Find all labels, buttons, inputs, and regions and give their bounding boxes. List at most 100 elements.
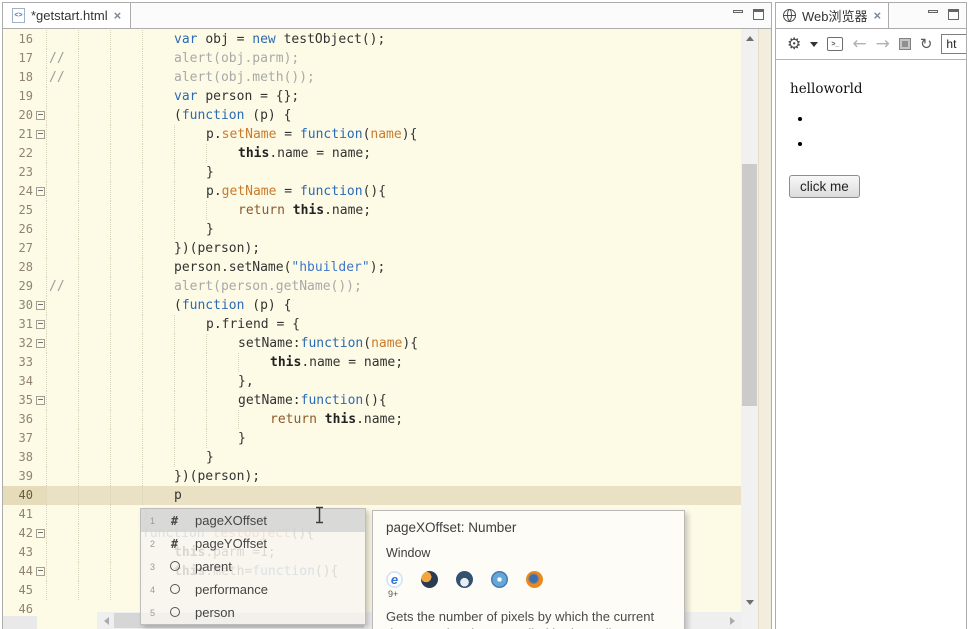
code-line-26[interactable]: 26} — [3, 220, 741, 239]
line-number: 25 — [18, 203, 33, 217]
fold-collapse-icon[interactable] — [36, 567, 45, 576]
code-cell[interactable]: //alert(person.getName()); — [46, 277, 741, 296]
code-cell[interactable]: } — [46, 448, 741, 467]
assist-item-pageYOffset[interactable]: 2 # pageYOffset — [141, 532, 365, 555]
assist-item-parent[interactable]: 3 parent — [141, 555, 365, 578]
fold-gutter — [34, 505, 46, 524]
fold-collapse-icon[interactable] — [36, 111, 45, 120]
code-cell[interactable]: p.setName = function(name){ — [46, 125, 741, 144]
code-cell[interactable]: })(person); — [46, 239, 741, 258]
code-cell[interactable]: person.setName("hbuilder"); — [46, 258, 741, 277]
indent-guide — [174, 391, 175, 410]
code-line-28[interactable]: 28 person.setName("hbuilder"); — [3, 258, 741, 277]
code-line-27[interactable]: 27})(person); — [3, 239, 741, 258]
code-line-40[interactable]: 40 p — [3, 486, 741, 505]
code-line-19[interactable]: 19 var person = {}; — [3, 87, 741, 106]
code-line-23[interactable]: 23} — [3, 163, 741, 182]
scroll-right-icon[interactable] — [724, 612, 740, 629]
code-cell[interactable]: getName:function(){ — [46, 391, 741, 410]
code-line-21[interactable]: 21 p.setName = function(name){ — [3, 125, 741, 144]
close-icon[interactable]: × — [874, 9, 882, 22]
scroll-down-icon[interactable] — [741, 595, 758, 610]
fold-collapse-icon[interactable] — [36, 187, 45, 196]
code-line-36[interactable]: 36 return this.name; — [3, 410, 741, 429]
scroll-left-icon[interactable] — [98, 612, 114, 629]
refresh-icon[interactable]: ↻ — [920, 35, 933, 53]
code-line-32[interactable]: 32 setName:function(name){ — [3, 334, 741, 353]
click-me-button[interactable]: click me — [789, 175, 860, 198]
code-line-38[interactable]: 38} — [3, 448, 741, 467]
code-line-22[interactable]: 22 this.name = name; — [3, 144, 741, 163]
text-cursor-icon — [314, 506, 325, 529]
code-cell[interactable]: } — [46, 220, 741, 239]
code-line-20[interactable]: 20 (function (p) { — [3, 106, 741, 125]
code-cell[interactable]: p.getName = function(){ — [46, 182, 741, 201]
indent-guide — [142, 467, 143, 486]
code-line-16[interactable]: 16 var obj = new testObject(); — [3, 30, 741, 49]
code-cell[interactable]: var person = {}; — [46, 87, 741, 106]
code-cell[interactable]: } — [46, 163, 741, 182]
maximize-icon[interactable] — [948, 9, 959, 20]
console-icon[interactable]: >_ — [827, 37, 844, 51]
fold-collapse-icon[interactable] — [36, 320, 45, 329]
maximize-icon[interactable] — [753, 9, 764, 20]
stop-icon[interactable] — [898, 38, 911, 50]
code-cell[interactable]: this.name = name; — [46, 353, 741, 372]
code-line-33[interactable]: 33 this.name = name; — [3, 353, 741, 372]
fold-collapse-icon[interactable] — [36, 396, 45, 405]
code-line-24[interactable]: 24 p.getName = function(){ — [3, 182, 741, 201]
url-field[interactable]: ht — [941, 34, 966, 54]
assist-item-pageXOffset[interactable]: 1 # pageXOffset — [141, 509, 365, 532]
fold-gutter — [34, 543, 46, 562]
indent-guide — [78, 467, 79, 486]
code-line-30[interactable]: 30 (function (p) { — [3, 296, 741, 315]
fold-collapse-icon[interactable] — [36, 339, 45, 348]
indent-guide — [206, 334, 207, 353]
fold-collapse-icon[interactable] — [36, 529, 45, 538]
settings-gear-icon[interactable]: ⚙ — [787, 34, 801, 54]
assist-item-performance[interactable]: 4 performance — [141, 578, 365, 601]
forward-icon[interactable]: → — [876, 36, 890, 53]
indent-guide — [110, 220, 111, 239]
code-cell[interactable]: //alert(obj.meth()); — [46, 68, 741, 87]
code-line-17[interactable]: 17 //alert(obj.parm); — [3, 49, 741, 68]
code-cell[interactable]: (function (p) { — [46, 296, 741, 315]
code-cell[interactable]: } — [46, 429, 741, 448]
tab-web-browser[interactable]: Web浏览器 × — [776, 3, 890, 28]
fold-collapse-icon[interactable] — [36, 130, 45, 139]
vertical-scrollbar[interactable] — [741, 29, 758, 629]
code-line-37[interactable]: 37} — [3, 429, 741, 448]
fold-collapse-icon[interactable] — [36, 301, 45, 310]
code-cell[interactable]: this.name = name; — [46, 144, 741, 163]
indent-guide — [46, 182, 47, 201]
assist-item-person[interactable]: 5 person — [141, 601, 365, 624]
line-number: 16 — [18, 32, 33, 46]
code-cell[interactable]: setName:function(name){ — [46, 334, 741, 353]
code-cell[interactable]: p — [46, 486, 741, 505]
minimize-icon[interactable] — [928, 9, 938, 19]
code-cell[interactable]: p.friend = { — [46, 315, 741, 334]
gear-dropdown-icon[interactable] — [810, 41, 819, 47]
indent-guide — [110, 543, 111, 562]
code-line-25[interactable]: 25 return this.name; — [3, 201, 741, 220]
vertical-scroll-thumb[interactable] — [742, 164, 757, 406]
code-line-39[interactable]: 39})(person); — [3, 467, 741, 486]
code-line-31[interactable]: 31 p.friend = { — [3, 315, 741, 334]
scroll-up-icon[interactable] — [741, 31, 758, 46]
code-line-29[interactable]: 29 //alert(person.getName()); — [3, 277, 741, 296]
code-cell[interactable]: return this.name; — [46, 201, 741, 220]
code-cell[interactable]: }, — [46, 372, 741, 391]
code-cell[interactable]: //alert(obj.parm); — [46, 49, 741, 68]
code-cell[interactable]: return this.name; — [46, 410, 741, 429]
code-line-35[interactable]: 35 getName:function(){ — [3, 391, 741, 410]
back-icon[interactable]: ← — [852, 36, 866, 53]
minimize-icon[interactable] — [733, 9, 743, 19]
code-line-34[interactable]: 34}, — [3, 372, 741, 391]
code-cell[interactable]: var obj = new testObject(); — [46, 30, 741, 49]
tab-getstart-html[interactable]: <> *getstart.html × — [3, 3, 132, 28]
indent-guide — [174, 410, 175, 429]
code-cell[interactable]: (function (p) { — [46, 106, 741, 125]
close-icon[interactable]: × — [114, 9, 122, 22]
code-line-18[interactable]: 18 //alert(obj.meth()); — [3, 68, 741, 87]
code-cell[interactable]: })(person); — [46, 467, 741, 486]
